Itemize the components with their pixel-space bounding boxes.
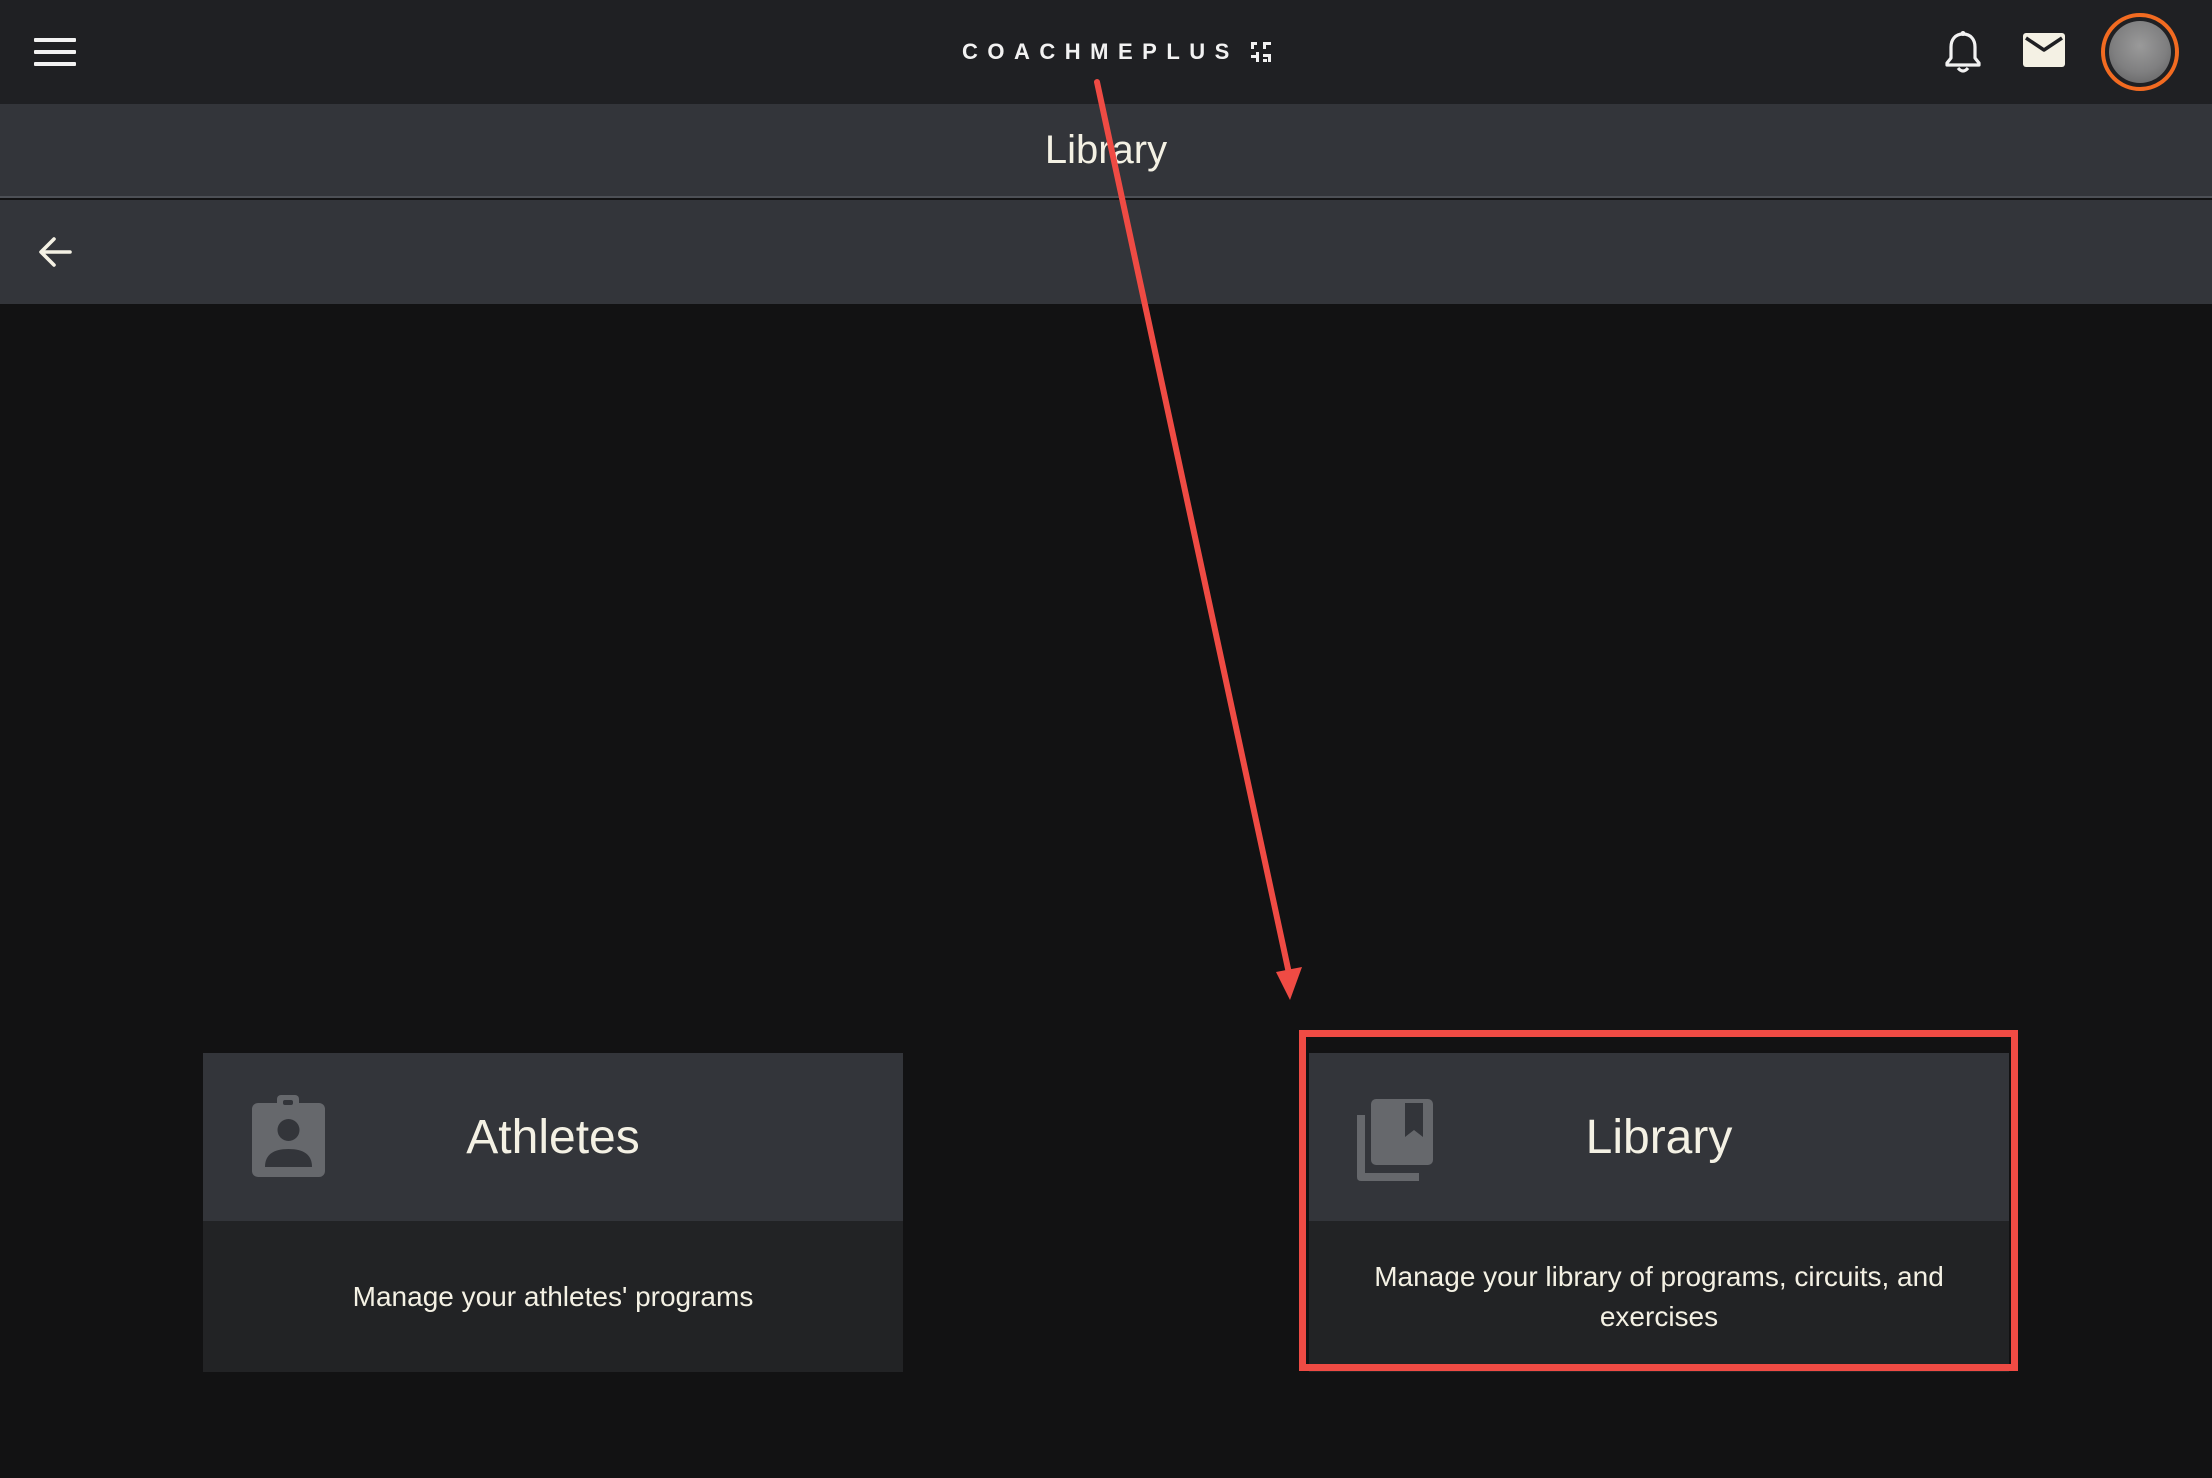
athletes-card-title: Athletes xyxy=(466,1110,640,1164)
back-arrow-icon[interactable] xyxy=(36,232,76,272)
library-card-body: Manage your library of programs, circuit… xyxy=(1309,1221,2009,1372)
brand-name: COACHMEPLUS xyxy=(962,39,1239,64)
athletes-card[interactable]: Athletes Manage your athletes' programs xyxy=(203,1053,903,1372)
library-card-description: Manage your library of programs, circuit… xyxy=(1374,1260,1944,1332)
athletes-card-body: Manage your athletes' programs xyxy=(203,1221,903,1372)
user-avatar[interactable] xyxy=(2101,13,2179,91)
library-books-icon xyxy=(1357,1099,1433,1181)
avatar-image xyxy=(2109,21,2171,83)
sub-toolbar xyxy=(0,200,2212,304)
library-card-title: Library xyxy=(1585,1110,1733,1164)
library-card[interactable]: Library Manage your library of programs,… xyxy=(1309,1053,2009,1372)
menu-icon[interactable] xyxy=(34,36,76,68)
athletes-card-description: Manage your athletes' programs xyxy=(352,1280,754,1312)
clipboard-account-icon xyxy=(252,1095,325,1177)
messages-mail-icon[interactable] xyxy=(2022,32,2066,68)
page-title: Library xyxy=(1044,127,1168,172)
page-title-bar: Library xyxy=(0,104,2212,198)
library-card-header: Library xyxy=(1309,1053,2009,1221)
notifications-bell-icon[interactable] xyxy=(1944,30,1982,74)
athletes-card-header: Athletes xyxy=(203,1053,903,1221)
brand-mark-icon xyxy=(1250,42,1271,62)
top-nav-bar: COACHMEPLUS xyxy=(0,0,2212,104)
brand-logo[interactable]: COACHMEPLUS xyxy=(962,36,1273,68)
